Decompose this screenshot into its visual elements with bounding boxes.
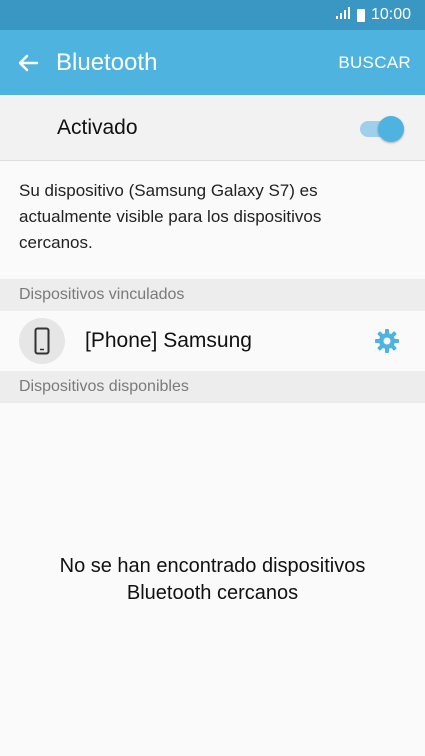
gear-icon[interactable] [373, 327, 401, 355]
switch-thumb [378, 115, 404, 142]
battery-icon [356, 8, 365, 22]
back-button[interactable] [0, 30, 56, 95]
arrow-left-icon [18, 54, 39, 71]
device-name: [Phone] Samsung [85, 329, 252, 352]
paired-devices-header: Dispositivos vinculados [0, 279, 425, 311]
search-button[interactable]: BUSCAR [338, 53, 411, 73]
phone-icon [19, 318, 65, 364]
visibility-description: Su dispositivo (Samsung Galaxy S7) es ac… [19, 181, 322, 252]
no-devices-message: No se han encontrado dispositivos Blueto… [0, 553, 425, 607]
status-time: 10:00 [370, 6, 411, 23]
no-devices-line-1: No se han encontrado dispositivos [59, 555, 366, 577]
status-bar: 10:00 [0, 0, 425, 30]
paired-device-row[interactable]: [Phone] Samsung [0, 311, 425, 371]
app-bar: Bluetooth BUSCAR [0, 30, 425, 95]
available-devices-header: Dispositivos disponibles [0, 371, 425, 403]
bluetooth-switch[interactable] [360, 114, 404, 142]
toggle-label: Activado [57, 115, 138, 139]
no-devices-line-2: Bluetooth cercanos [126, 582, 299, 604]
signal-icon [335, 6, 351, 25]
bluetooth-toggle-row[interactable]: Activado [0, 95, 425, 161]
page-title: Bluetooth [56, 48, 158, 76]
